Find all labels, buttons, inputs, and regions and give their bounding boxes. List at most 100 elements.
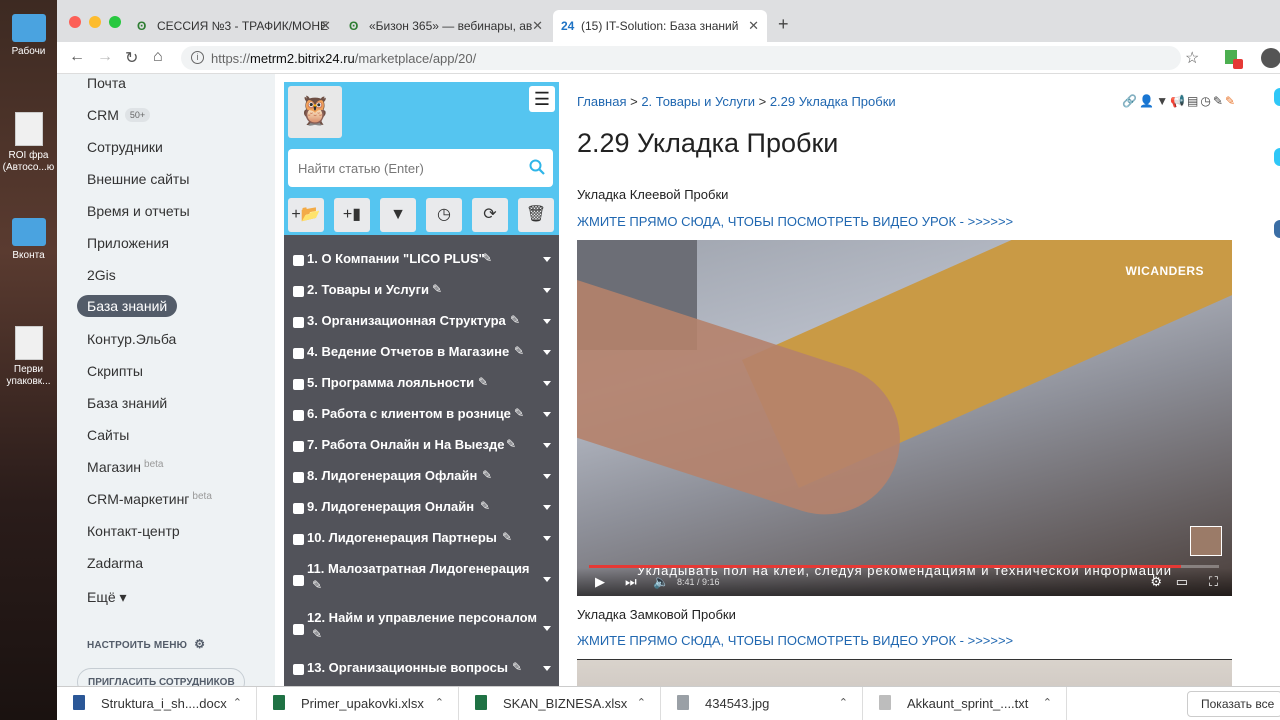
section-label[interactable]: 2. Товары и Услуги	[307, 282, 429, 297]
add-folder-button[interactable]: +📂	[288, 198, 324, 232]
chevron-down-icon[interactable]	[543, 381, 551, 386]
section-label[interactable]: 4. Ведение Отчетов в Магазине	[307, 344, 509, 359]
item-checkbox[interactable]	[293, 664, 304, 675]
desktop-file[interactable]: Перви упаковк...	[0, 326, 57, 388]
edit-pencil-orange-icon[interactable]: ✎	[1225, 94, 1237, 108]
breadcrumb-section-link[interactable]: 2. Товары и Услуги	[641, 94, 755, 109]
bookmark-star-icon[interactable]: ☆	[1185, 48, 1199, 68]
menu-item-crm[interactable]: CRM 50+	[87, 107, 151, 123]
menu-item-contact-center[interactable]: Контакт-центр	[87, 523, 180, 539]
chevron-down-icon[interactable]	[543, 412, 551, 417]
section-label[interactable]: 11. Малозатратная Лидогенерация	[307, 561, 530, 576]
menu-item-applications[interactable]: Приложения	[87, 235, 169, 251]
clock-icon[interactable]: ◷	[1200, 94, 1212, 108]
side-widget-icon[interactable]	[1274, 220, 1280, 238]
close-icon[interactable]: ✕	[532, 18, 543, 34]
section-label[interactable]: 7. Работа Онлайн и На Выезде	[307, 437, 504, 452]
item-checkbox[interactable]	[293, 441, 304, 452]
home-icon[interactable]: ⌂	[153, 48, 163, 66]
desktop-folder[interactable]: Рабочи	[0, 14, 57, 58]
section-label[interactable]: 5. Программа лояльности	[307, 375, 474, 390]
chevron-up-icon[interactable]: ⌃	[839, 696, 848, 709]
item-checkbox[interactable]	[293, 286, 304, 297]
menu-item-knowledge-base[interactable]: База знаний	[87, 395, 167, 411]
item-checkbox[interactable]	[293, 624, 304, 635]
volume-icon[interactable]: 🔈	[653, 574, 669, 590]
reload-icon[interactable]: ↻	[125, 48, 138, 68]
add-article-button[interactable]: +▮	[334, 198, 370, 232]
play-icon[interactable]: ▶	[595, 574, 605, 590]
user-icon[interactable]: 👤	[1139, 94, 1156, 108]
settings-gear-icon[interactable]: ⚙	[1150, 574, 1162, 590]
edit-pencil-icon[interactable]: ✎	[512, 660, 522, 674]
item-checkbox[interactable]	[293, 534, 304, 545]
menu-item-zadarma[interactable]: Zadarma	[87, 555, 143, 571]
chevron-up-icon[interactable]: ⌃	[637, 696, 646, 709]
edit-pencil-icon[interactable]: ✎	[514, 344, 524, 358]
desktop-folder[interactable]: Вконта	[0, 218, 57, 262]
edit-pencil-icon[interactable]: ✎	[506, 437, 516, 451]
edit-pencil-icon[interactable]: ✎	[480, 499, 490, 513]
maximize-window-button[interactable]	[109, 16, 121, 28]
chevron-down-icon[interactable]	[543, 666, 551, 671]
menu-item-sites[interactable]: Сайты	[87, 427, 129, 443]
menu-item-employees[interactable]: Сотрудники	[87, 139, 163, 155]
close-icon[interactable]: ✕	[748, 18, 759, 34]
menu-item-kontur-elba[interactable]: Контур.Эльба	[87, 331, 176, 347]
chevron-down-icon[interactable]	[543, 536, 551, 541]
download-item[interactable]: Akkaunt_sprint_....txt ⌃	[863, 687, 1067, 720]
item-checkbox[interactable]	[293, 503, 304, 514]
chevron-down-icon[interactable]	[543, 319, 551, 324]
edit-pencil-icon[interactable]: ✎	[482, 251, 492, 265]
back-icon[interactable]: ←	[69, 48, 85, 66]
item-checkbox[interactable]	[293, 410, 304, 421]
edit-pencil-icon[interactable]: ✎	[312, 627, 322, 641]
edit-pencil-icon[interactable]: ✎	[478, 375, 488, 389]
invite-employees-button[interactable]: ПРИГЛАСИТЬ СОТРУДНИКОВ +	[77, 668, 245, 686]
edit-pencil-icon[interactable]: ✎	[312, 578, 322, 592]
forward-icon[interactable]: →	[97, 48, 113, 66]
item-checkbox[interactable]	[293, 575, 304, 586]
item-checkbox[interactable]	[293, 317, 304, 328]
chevron-up-icon[interactable]: ⌃	[233, 696, 242, 709]
download-item[interactable]: Struktura_i_sh....docx ⌃	[57, 687, 257, 720]
minimize-window-button[interactable]	[89, 16, 101, 28]
tab-bizon[interactable]: ʘ «Бизон 365» — вебинары, ав ✕	[341, 10, 551, 42]
chevron-up-icon[interactable]: ⌃	[1043, 696, 1052, 709]
tab-knowledge-base[interactable]: 24 (15) IT-Solution: База знаний ✕	[553, 10, 767, 42]
url-field[interactable]: i https://metrm2.bitrix24.ru/marketplace…	[181, 46, 1181, 70]
section-label[interactable]: 8. Лидогенерация Офлайн	[307, 468, 477, 483]
desktop-file[interactable]: ROI фра (Автосо...ю	[0, 112, 57, 174]
video-progress-bar[interactable]	[589, 565, 1219, 568]
video-player[interactable]: WICANDERS Укладывать пол на клей, следуя…	[577, 240, 1232, 596]
item-checkbox[interactable]	[293, 472, 304, 483]
section-label[interactable]: 1. О Компании "LICO PLUS"	[307, 251, 485, 266]
chevron-down-icon[interactable]	[543, 443, 551, 448]
download-item[interactable]: Primer_upakovki.xlsx ⌃	[257, 687, 459, 720]
bookmark-icon[interactable]: ▼	[1156, 94, 1170, 108]
edit-pencil-icon[interactable]: ✎	[1213, 94, 1225, 108]
video-channel-thumbnail[interactable]	[1190, 526, 1222, 556]
show-all-downloads-button[interactable]: Показать все	[1187, 691, 1280, 717]
chevron-down-icon[interactable]	[543, 626, 551, 631]
section-label[interactable]: 9. Лидогенерация Онлайн	[307, 499, 474, 514]
megaphone-icon[interactable]: 📢	[1170, 94, 1187, 108]
menu-item-scripts[interactable]: Скрипты	[87, 363, 143, 379]
side-widget-icon[interactable]	[1274, 148, 1280, 166]
video-lesson-link[interactable]: ЖМИТЕ ПРЯМО СЮДА, ЧТОБЫ ПОСМОТРЕТЬ ВИДЕО…	[577, 214, 1013, 229]
edit-pencil-icon[interactable]: ✎	[502, 530, 512, 544]
section-label[interactable]: 6. Работа с клиентом в рознице	[307, 406, 511, 421]
tab-session[interactable]: ʘ СЕССИЯ №3 - ТРАФИК/МОНЕ ✕	[129, 10, 339, 42]
close-window-button[interactable]	[69, 16, 81, 28]
menu-item-shop[interactable]: Магазин beta	[87, 459, 163, 475]
menu-item-time-reports[interactable]: Время и отчеты	[87, 203, 190, 219]
menu-item-more[interactable]: Ещё ▾	[87, 589, 127, 606]
section-label[interactable]: 10. Лидогенерация Партнеры	[307, 530, 497, 545]
print-icon[interactable]: ▤	[1187, 94, 1200, 108]
delete-button[interactable]: 🗑	[518, 198, 554, 232]
edit-pencil-icon[interactable]: ✎	[514, 406, 524, 420]
menu-item-mail[interactable]: Почта	[87, 75, 126, 91]
chevron-down-icon[interactable]	[543, 474, 551, 479]
breadcrumb-current-link[interactable]: 2.29 Укладка Пробки	[770, 94, 896, 109]
video-player-second[interactable]	[577, 659, 1232, 686]
